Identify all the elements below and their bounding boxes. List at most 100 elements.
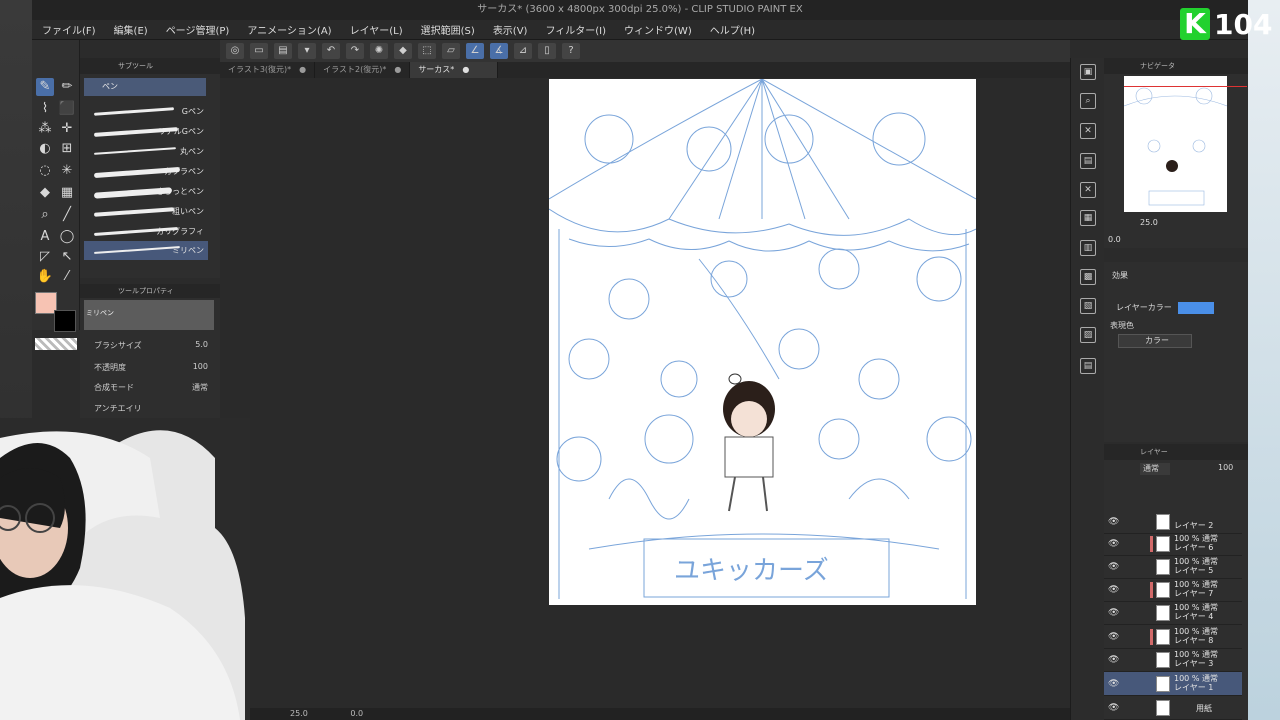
status-zoom[interactable]: 25.0 bbox=[290, 709, 308, 718]
object-tool-icon[interactable]: ↖ bbox=[58, 248, 76, 266]
app-icon[interactable]: ◎ bbox=[226, 43, 244, 59]
tab-illust3[interactable]: イラスト3(復元)* ● bbox=[220, 62, 316, 78]
text-tool-icon[interactable]: A bbox=[36, 228, 54, 246]
undo-icon[interactable]: ↶ bbox=[322, 43, 340, 59]
blend-tool-icon[interactable]: ◐ bbox=[36, 140, 54, 158]
fill-tool-icon[interactable]: ◆ bbox=[36, 184, 54, 202]
close-icon[interactable]: ● bbox=[394, 62, 401, 78]
brush-g-pen[interactable]: Gペン bbox=[84, 102, 208, 121]
document-icon[interactable]: ▯ bbox=[538, 43, 556, 59]
help-icon[interactable]: ? bbox=[562, 43, 580, 59]
move-tool-icon[interactable]: ✛ bbox=[58, 120, 76, 138]
layer-row-paper[interactable]: 👁 用紙 bbox=[1104, 696, 1242, 720]
layer-color-swatch[interactable] bbox=[1178, 302, 1214, 314]
brush-calligraphy[interactable]: カリグラフィ bbox=[84, 222, 208, 241]
layer-row-6[interactable]: 👁 100 % 通常 レイヤー 6 bbox=[1104, 532, 1242, 556]
clear-icon[interactable]: ✺ bbox=[370, 43, 388, 59]
menu-layer[interactable]: レイヤー(L) bbox=[350, 22, 403, 37]
brush-real-g-pen[interactable]: リアルGペン bbox=[84, 122, 208, 141]
grid-tool-icon[interactable]: ⊞ bbox=[58, 140, 76, 158]
eye-icon[interactable]: 👁 bbox=[1108, 585, 1119, 595]
navigator-zoom-value[interactable]: 25.0 bbox=[1140, 218, 1158, 227]
subtool-group-pen[interactable]: ペン bbox=[84, 78, 206, 96]
blend-value[interactable]: 通常 bbox=[192, 382, 208, 393]
property-icon[interactable]: ▨ bbox=[1080, 327, 1096, 343]
brush-size-row[interactable]: ブラシサイズ 5.0 bbox=[94, 340, 208, 351]
material-icon[interactable]: ▣ bbox=[1080, 64, 1096, 80]
brush-maru-pen[interactable]: 丸ペン bbox=[84, 142, 208, 161]
zoom-tool-icon[interactable]: ⌕ bbox=[36, 206, 54, 224]
eye-icon[interactable]: 👁 bbox=[1108, 679, 1119, 689]
brush-tool-icon[interactable]: ⌇ bbox=[36, 100, 54, 118]
status-rotation[interactable]: 0.0 bbox=[350, 709, 363, 718]
eye-icon[interactable]: 👁 bbox=[1108, 703, 1119, 713]
layer-row-3[interactable]: 👁 100 % 通常 レイヤー 3 bbox=[1104, 648, 1242, 672]
menu-animation[interactable]: アニメーション(A) bbox=[247, 22, 331, 37]
eye-icon[interactable]: 👁 bbox=[1108, 655, 1119, 665]
pen-tool-icon[interactable]: ✎ bbox=[36, 78, 54, 96]
grid-icon[interactable]: ▦ bbox=[1080, 210, 1096, 226]
tab-circus[interactable]: サーカス* ● bbox=[410, 62, 499, 78]
info-icon[interactable]: ▤ bbox=[1080, 358, 1096, 374]
eraser-tool-icon[interactable]: ⬛ bbox=[58, 100, 76, 118]
eye-icon[interactable]: 👁 bbox=[1108, 517, 1119, 527]
drawing-canvas[interactable]: ユキッカーズ bbox=[548, 78, 977, 605]
menu-file[interactable]: ファイル(F) bbox=[42, 22, 96, 37]
search-icon[interactable]: ⌕ bbox=[1080, 93, 1096, 109]
menu-filter[interactable]: フィルター(I) bbox=[545, 22, 606, 37]
layer-row-5[interactable]: 👁 100 % 通常 レイヤー 5 bbox=[1104, 555, 1242, 579]
layer-row-8[interactable]: 👁 100 % 通常 レイヤー 8 bbox=[1104, 625, 1242, 649]
layer-blend-select[interactable]: 通常 bbox=[1140, 463, 1170, 475]
brush-size-value[interactable]: 5.0 bbox=[195, 340, 208, 351]
angle-icon[interactable]: ⊿ bbox=[514, 43, 532, 59]
tab-illust2[interactable]: イラスト2(復元)* ● bbox=[315, 62, 411, 78]
line-tool-icon[interactable]: ╱ bbox=[58, 206, 76, 224]
blend-row[interactable]: 合成モード 通常 bbox=[94, 382, 208, 393]
history-icon[interactable]: ▤ bbox=[1080, 153, 1096, 169]
layer-row-7[interactable]: 👁 100 % 通常 レイヤー 7 bbox=[1104, 578, 1242, 602]
menu-page[interactable]: ページ管理(P) bbox=[166, 22, 230, 37]
lasso-tool-icon[interactable]: ◌ bbox=[36, 162, 54, 180]
auto-select-icon[interactable]: ✳ bbox=[58, 162, 76, 180]
expression-select[interactable]: カラー bbox=[1118, 334, 1192, 348]
decoration-tool-icon[interactable]: ⁂ bbox=[36, 120, 54, 138]
open-icon[interactable]: ▤ bbox=[274, 43, 292, 59]
brush-saratto-pen[interactable]: さらっとペン bbox=[84, 182, 208, 201]
navigator-rotation-value[interactable]: 0.0 bbox=[1108, 235, 1121, 244]
menu-view[interactable]: 表示(V) bbox=[493, 22, 528, 37]
sub-color-swatch[interactable] bbox=[54, 310, 76, 332]
opacity-value[interactable]: 100 bbox=[193, 362, 208, 373]
eye-icon[interactable]: 👁 bbox=[1108, 539, 1119, 549]
transparent-color-swatch[interactable] bbox=[35, 338, 77, 350]
balloon-tool-icon[interactable]: ◯ bbox=[58, 228, 76, 246]
timeline-icon[interactable]: ▧ bbox=[1080, 298, 1096, 314]
ruler-snap-icon[interactable]: ∡ bbox=[490, 43, 508, 59]
eye-icon[interactable]: 👁 bbox=[1108, 562, 1119, 572]
save-icon[interactable]: ▾ bbox=[298, 43, 316, 59]
brush-rough-pen[interactable]: 粗いペン bbox=[84, 202, 208, 221]
brush-mili-pen[interactable]: ミリペン bbox=[84, 241, 208, 260]
opacity-row[interactable]: 不透明度 100 bbox=[94, 362, 208, 373]
brush-kabura-pen[interactable]: カブラペン bbox=[84, 162, 208, 181]
close-icon[interactable]: ● bbox=[462, 62, 469, 78]
pencil-tool-icon[interactable]: ✏ bbox=[58, 78, 76, 96]
layer-row-2[interactable]: 👁 レイヤー 2 bbox=[1104, 510, 1242, 534]
redo-icon[interactable]: ↷ bbox=[346, 43, 364, 59]
transform-icon[interactable]: ⬚ bbox=[418, 43, 436, 59]
frame-tool-icon[interactable]: ◸ bbox=[36, 248, 54, 266]
fill-icon[interactable]: ◆ bbox=[394, 43, 412, 59]
gradient-tool-icon[interactable]: ▦ bbox=[58, 184, 76, 202]
layer-row-1[interactable]: 👁 100 % 通常 レイヤー 1 bbox=[1104, 672, 1242, 696]
eyedropper-tool-icon[interactable]: ⁄ bbox=[58, 268, 76, 286]
menu-help[interactable]: ヘルプ(H) bbox=[710, 22, 755, 37]
menu-window[interactable]: ウィンドウ(W) bbox=[624, 22, 692, 37]
animation-icon[interactable]: ▩ bbox=[1080, 269, 1096, 285]
page-icon[interactable]: ▥ bbox=[1080, 240, 1096, 256]
navigator-thumbnail[interactable] bbox=[1123, 76, 1228, 212]
layer-row-4[interactable]: 👁 100 % 通常 レイヤー 4 bbox=[1104, 601, 1242, 625]
menu-edit[interactable]: 編集(E) bbox=[114, 22, 148, 37]
deselect-icon[interactable]: ▱ bbox=[442, 43, 460, 59]
layer-icon[interactable]: ✕ bbox=[1080, 123, 1096, 139]
menu-selection[interactable]: 選択範囲(S) bbox=[421, 22, 475, 37]
auto-action-icon[interactable]: ✕ bbox=[1080, 182, 1096, 198]
